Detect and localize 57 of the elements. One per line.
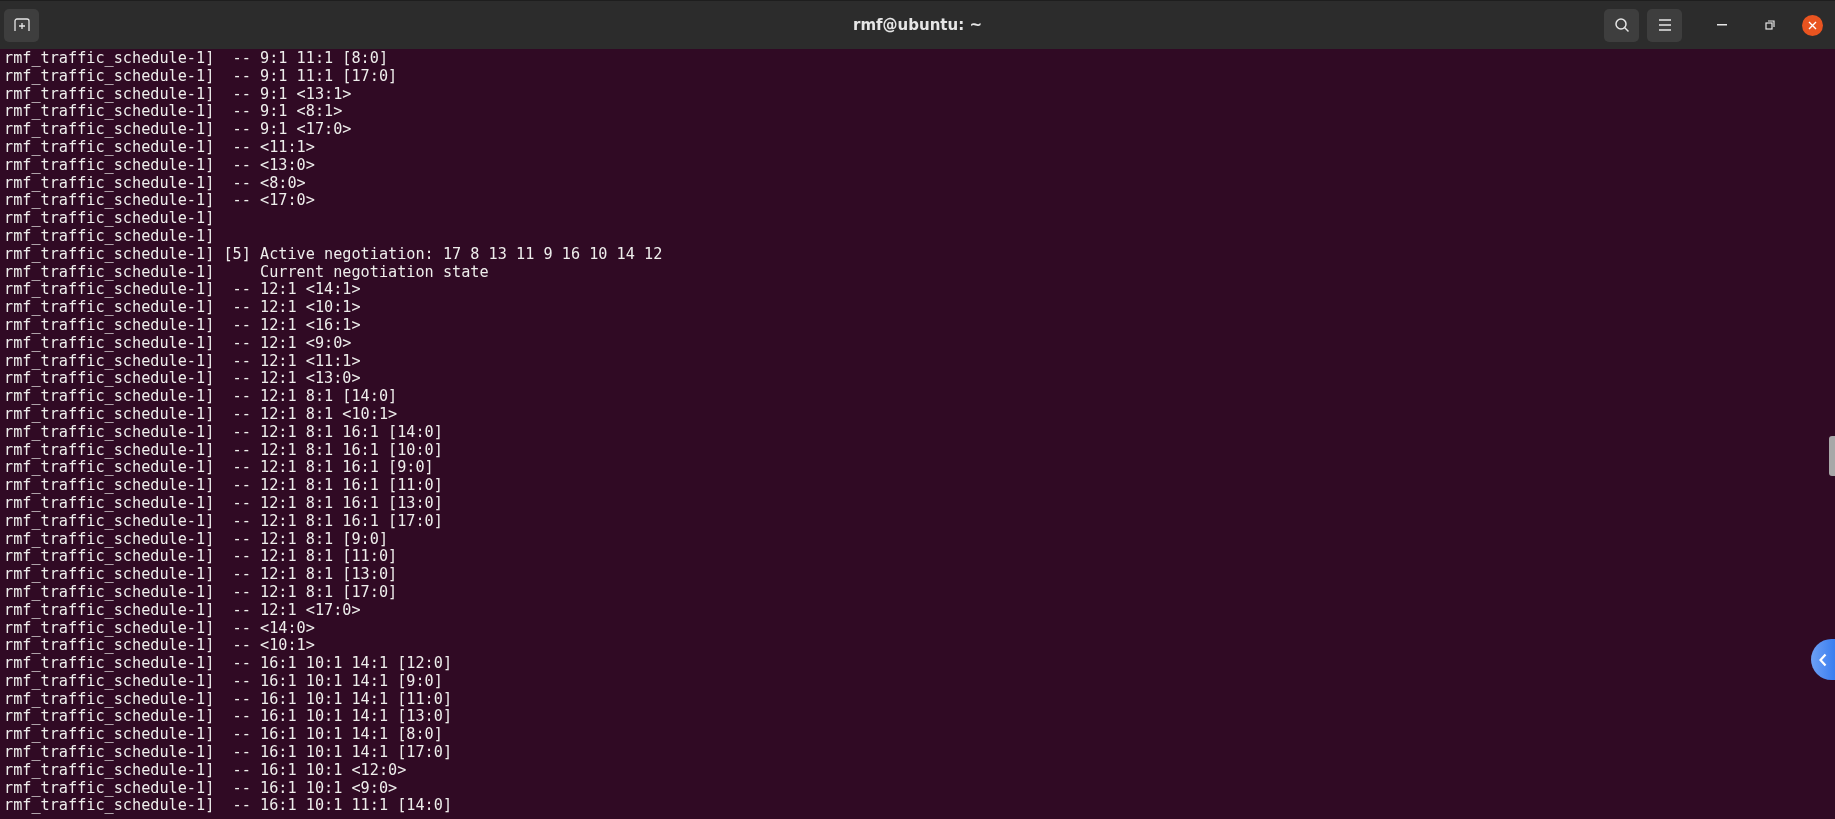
terminal-line: rmf_traffic_schedule-1] — [4, 227, 215, 246]
new-tab-button[interactable] — [4, 8, 39, 42]
close-button[interactable] — [1802, 14, 1823, 36]
terminal-line: rmf_traffic_schedule-1] -- 9:1 11:1 [8:0] — [4, 50, 389, 68]
terminal-line: rmf_traffic_schedule-1] -- 16:1 10:1 14:1 [12:0] — [4, 655, 453, 673]
terminal-line: rmf_traffic_schedule-1] -- 12:1 8:1 [14:0] — [4, 388, 398, 406]
terminal-line: rmf_traffic_schedule-1] -- 12:1 <10:1> — [4, 299, 361, 317]
search-button[interactable] — [1604, 8, 1639, 42]
new-tab-icon — [13, 17, 30, 33]
terminal-line: rmf_traffic_schedule-1] -- 12:1 8:1 [13:0] — [4, 566, 398, 584]
terminal-line: rmf_traffic_schedule-1] Current negotiation state — [4, 263, 489, 282]
terminal-line: rmf_traffic_schedule-1] -- 12:1 8:1 <10:1> — [4, 405, 398, 424]
terminal-line: rmf_traffic_schedule-1] -- 9:1 <8:1> — [4, 103, 343, 122]
search-icon — [1613, 17, 1630, 33]
terminal-line: rmf_traffic_schedule-1] [5] Active negotiation: 17 8 13 11 9 16 10 14 12 — [4, 245, 663, 264]
menu-icon — [1657, 19, 1672, 31]
terminal-line: rmf_traffic_schedule-1] -- 12:1 8:1 [11:0] — [4, 548, 398, 567]
terminal-line: rmf_traffic_schedule-1] -- 12:1 <13:0> — [4, 370, 361, 389]
scrollbar-thumb[interactable] — [1829, 436, 1835, 476]
terminal-line: rmf_traffic_schedule-1] -- 9:1 11:1 [17:0] — [4, 67, 398, 86]
close-icon — [1808, 20, 1817, 30]
terminal-line: rmf_traffic_schedule-1] -- 12:1 <16:1> — [4, 316, 361, 335]
terminal-line: rmf_traffic_schedule-1] -- 16:1 10:1 <9:0> — [4, 779, 398, 798]
terminal-line: rmf_traffic_schedule-1] -- 16:1 10:1 14:1 [9:0] — [4, 672, 443, 691]
terminal-line: rmf_traffic_schedule-1] -- 12:1 8:1 16:1 [11:0] — [4, 477, 443, 495]
terminal-line: rmf_traffic_schedule-1] -- 12:1 8:1 [17:0] — [4, 583, 398, 602]
terminal-line: rmf_traffic_schedule-1] -- 16:1 10:1 <12:0> — [4, 761, 407, 780]
terminal-line: rmf_traffic_schedule-1] -- 16:1 10:1 14:1 [11:0] — [4, 690, 453, 709]
restore-icon — [1765, 20, 1775, 30]
terminal-line: rmf_traffic_schedule-1] -- <10:1> — [4, 637, 315, 656]
terminal-line: rmf_traffic_schedule-1] -- 12:1 8:1 16:1 [17:0] — [4, 512, 443, 531]
terminal-line: rmf_traffic_schedule-1] -- 12:1 8:1 16:1 [9:0] — [4, 459, 434, 478]
terminal-line: rmf_traffic_schedule-1] -- 12:1 8:1 16:1 [14:0] — [4, 423, 443, 442]
terminal-line: rmf_traffic_schedule-1] -- 16:1 10:1 14:1 [8:0] — [4, 726, 443, 745]
terminal-line: rmf_traffic_schedule-1] -- 12:1 8:1 16:1 [10:0] — [4, 441, 443, 460]
terminal-line: rmf_traffic_schedule-1] -- 12:1 8:1 [9:0] — [4, 530, 389, 549]
terminal-line: rmf_traffic_schedule-1] -- <17:0> — [4, 192, 315, 211]
terminal-line: rmf_traffic_schedule-1] -- 12:1 <14:1> — [4, 281, 361, 300]
terminal-line: rmf_traffic_schedule-1] -- <13:0> — [4, 156, 315, 175]
terminal-line: rmf_traffic_schedule-1] -- 12:1 8:1 16:1 [13:0] — [4, 494, 443, 513]
side-panel-button[interactable] — [1811, 639, 1835, 680]
window-title: rmf@ubuntu: ~ — [853, 16, 982, 34]
terminal-line: rmf_traffic_schedule-1] -- <14:0> — [4, 619, 315, 638]
terminal-line: rmf_traffic_schedule-1] -- 12:1 <17:0> — [4, 601, 361, 620]
menu-button[interactable] — [1647, 8, 1682, 42]
terminal-line: rmf_traffic_schedule-1] -- 12:1 <11:1> — [4, 352, 361, 371]
terminal-line: rmf_traffic_schedule-1] -- 9:1 <17:0> — [4, 121, 352, 139]
terminal-line: rmf_traffic_schedule-1] -- 12:1 <9:0> — [4, 334, 352, 353]
terminal-line: rmf_traffic_schedule-1] -- 16:1 10:1 14:1 [13:0] — [4, 708, 453, 727]
minimize-icon — [1717, 24, 1727, 26]
terminal-line: rmf_traffic_schedule-1] -- <8:0> — [4, 174, 306, 193]
chevron-left-icon — [1819, 652, 1827, 667]
terminal-line: rmf_traffic_schedule-1] -- 16:1 10:1 14:1 [17:0] — [4, 744, 453, 762]
terminal-line: rmf_traffic_schedule-1] — [4, 210, 215, 228]
terminal-line: rmf_traffic_schedule-1] -- 16:1 10:1 11:1 [14:0] — [4, 797, 453, 816]
terminal-line: rmf_traffic_schedule-1] -- <11:1> — [4, 139, 315, 157]
terminal-line: rmf_traffic_schedule-1] -- 9:1 <13:1> — [4, 85, 352, 104]
